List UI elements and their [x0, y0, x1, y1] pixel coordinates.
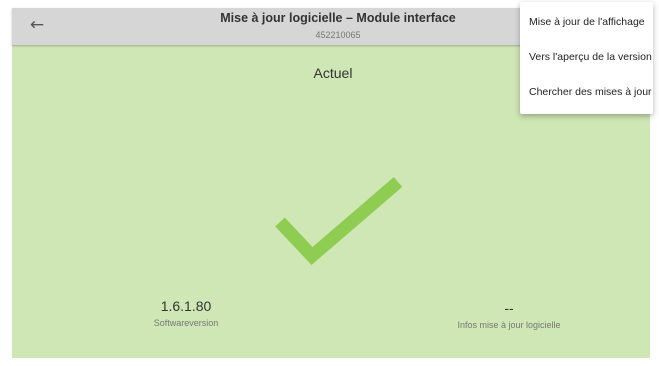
menu-item-version-overview[interactable]: Vers l'aperçu de la version	[520, 40, 653, 75]
overflow-menu: Mise à jour de l'affichage Vers l'aperçu…	[520, 2, 653, 114]
checkmark-stroke	[275, 177, 403, 265]
menu-item-check-updates[interactable]: Chercher des mises à jour	[520, 75, 653, 110]
menu-item-refresh-display[interactable]: Mise à jour de l'affichage	[520, 5, 653, 40]
software-version-value: 1.6.1.80	[160, 298, 212, 314]
software-version-block: 1.6.1.80 Softwareversion	[86, 297, 286, 328]
software-version-label: Softwareversion	[153, 318, 219, 328]
update-info-block: -- Infos mise à jour logicielle	[409, 299, 609, 330]
update-info-label: Infos mise à jour logicielle	[457, 320, 561, 330]
update-info-value: --	[504, 300, 514, 316]
checkmark-icon	[274, 176, 404, 272]
